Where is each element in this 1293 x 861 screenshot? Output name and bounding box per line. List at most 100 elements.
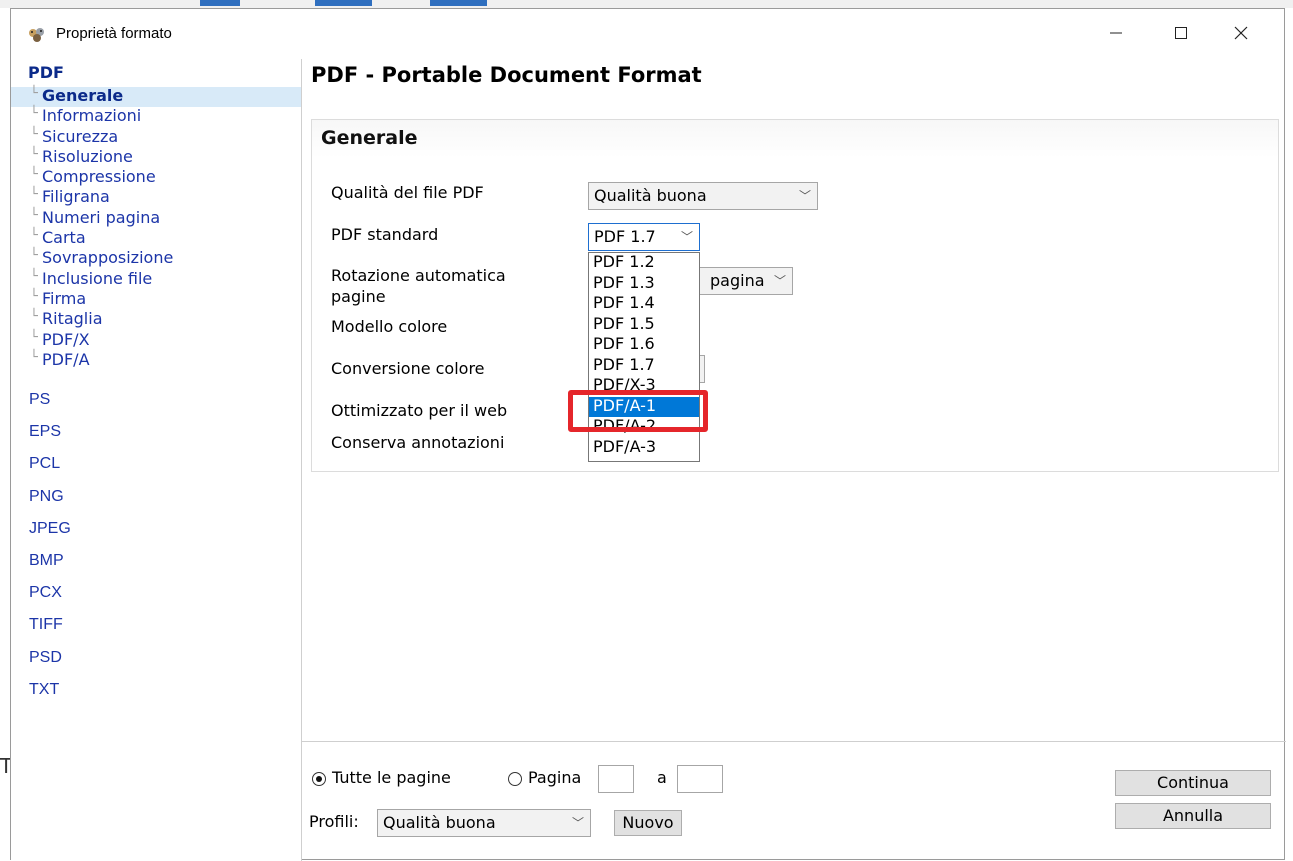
sidebar-item-label: Numeri pagina [42, 207, 161, 227]
sidebar-format-jpeg[interactable]: JPEG [11, 513, 301, 545]
sidebar-item-label: Sicurezza [42, 126, 119, 146]
highlight-annotation-box [568, 390, 708, 432]
sidebar-item-firma[interactable]: └ Firma [11, 288, 301, 310]
auto-rotation-label: Rotazione automatica pagine [331, 266, 506, 306]
page-to-input[interactable] [677, 765, 723, 793]
close-icon [1234, 26, 1248, 40]
tree-branch-icon: └ [30, 228, 38, 244]
tree-branch-icon: └ [30, 329, 38, 345]
format-sidebar: PDF └ Generale └ Informazioni └ Sicurezza └… [11, 59, 301, 861]
tree-branch-icon: └ [30, 248, 38, 264]
sidebar-item-inclusione-file[interactable]: └ Inclusione file [11, 268, 301, 290]
sidebar-format-tiff[interactable]: TIFF [11, 609, 301, 641]
tree-branch-icon: └ [30, 309, 38, 325]
panel-title: Generale [321, 127, 418, 149]
sidebar-format-txt[interactable]: TXT [11, 674, 301, 706]
sidebar-item-label: Risoluzione [42, 146, 133, 166]
option-pdf-1-3[interactable]: PDF 1.3 [589, 273, 699, 295]
color-model-label: Modello colore [331, 317, 448, 336]
chevron-down-icon: ﹀ [680, 230, 693, 244]
page-range-radio[interactable] [508, 772, 522, 786]
quality-label: Qualità del file PDF [331, 183, 484, 202]
web-optimized-label: Ottimizzato per il web [331, 401, 508, 420]
sidebar-item-risoluzione[interactable]: └ Risoluzione [11, 146, 301, 168]
minimize-button[interactable] [1093, 15, 1139, 51]
sidebar-item-sicurezza[interactable]: └ Sicurezza [11, 126, 301, 148]
sidebar-item-label: Compressione [42, 167, 156, 187]
tree-branch-icon: └ [30, 288, 38, 304]
pdf-subsection-list: └ Generale └ Informazioni └ Sicurezza └ Riso… [11, 86, 301, 371]
sidebar-item-generale[interactable]: └ Generale [11, 86, 301, 108]
quality-select-value: Qualità buona [594, 186, 707, 205]
sidebar-format-psd[interactable]: PSD [11, 642, 301, 674]
continue-button[interactable]: Continua [1115, 770, 1271, 796]
close-button[interactable] [1218, 15, 1264, 51]
option-pdf-1-7[interactable]: PDF 1.7 [589, 355, 699, 377]
cancel-button[interactable]: Annulla [1115, 803, 1271, 829]
tree-branch-icon: └ [30, 106, 38, 122]
sidebar-item-informazioni[interactable]: └ Informazioni [11, 106, 301, 127]
panel-header: Generale [312, 120, 1278, 158]
sidebar-item-label: Informazioni [42, 106, 142, 126]
option-pdf-1-6[interactable]: PDF 1.6 [589, 335, 699, 356]
profiles-label: Profili: [309, 812, 359, 831]
sidebar-item-label: Firma [42, 288, 87, 308]
sidebar-item-label: Filigrana [42, 187, 110, 207]
pdf-standard-select[interactable]: PDF 1.7 ﹀ [588, 223, 700, 251]
sidebar-item-ritaglia[interactable]: └ Ritaglia [11, 309, 301, 330]
background-window-edge: T [0, 740, 12, 860]
window-title: Proprietà formato [56, 25, 172, 42]
tree-branch-icon: └ [30, 167, 38, 183]
pdf-standard-label: PDF standard [331, 225, 439, 244]
page-range-label: Pagina [528, 768, 582, 787]
sidebar-format-png[interactable]: PNG [11, 481, 301, 513]
sidebar-item-label: PDF/A [42, 349, 90, 369]
color-conversion-label: Conversione colore [331, 359, 485, 378]
bottom-divider [301, 741, 1286, 742]
sidebar-item-label: PDF/X [42, 329, 90, 349]
tree-branch-icon: └ [30, 268, 38, 284]
background-tab-2 [315, 0, 372, 6]
all-pages-radio[interactable] [312, 772, 326, 786]
sidebar-item-pdf-x[interactable]: └ PDF/X [11, 329, 301, 351]
sidebar-item-pdf-a[interactable]: └ PDF/A [11, 349, 301, 371]
option-pdf-1-5[interactable]: PDF 1.5 [589, 314, 699, 336]
sidebar-format-pcx[interactable]: PCX [11, 577, 301, 609]
sidebar-item-label: Carta [42, 228, 86, 248]
profiles-select[interactable]: Qualità buona ﹀ [377, 809, 591, 837]
option-pdf-a-3[interactable]: PDF/A-3 [589, 437, 699, 459]
option-pdf-1-2[interactable]: PDF 1.2 [589, 253, 699, 274]
sidebar-format-bmp[interactable]: BMP [11, 545, 301, 577]
profiles-select-value: Qualità buona [383, 813, 496, 832]
sidebar-item-filigrana[interactable]: └ Filigrana [11, 187, 301, 208]
tree-branch-icon: └ [30, 126, 38, 142]
maximize-icon [1175, 27, 1187, 39]
sidebar-group-pdf[interactable]: PDF [28, 63, 64, 82]
option-pdf-1-4[interactable]: PDF 1.4 [589, 294, 699, 315]
chevron-down-icon: ﹀ [773, 274, 786, 288]
format-properties-dialog: Proprietà formato PDF └ Generale └ Informa… [10, 8, 1286, 861]
new-profile-button[interactable]: Nuovo [614, 810, 682, 836]
chevron-down-icon: ﹀ [798, 189, 811, 203]
app-icon [29, 28, 44, 42]
sidebar-format-eps[interactable]: EPS [11, 416, 301, 448]
background-tab-3 [430, 0, 487, 6]
sidebar-item-compressione[interactable]: └ Compressione [11, 167, 301, 188]
sidebar-item-label: Inclusione file [42, 268, 153, 288]
pdf-standard-select-value: PDF 1.7 [594, 227, 656, 246]
sidebar-item-numeri-pagina[interactable]: └ Numeri pagina [11, 207, 301, 229]
page-from-input[interactable] [598, 765, 634, 793]
sidebar-item-carta[interactable]: └ Carta [11, 228, 301, 249]
sidebar-item-sovrapposizione[interactable]: └ Sovrapposizione [11, 248, 301, 269]
tree-branch-icon: └ [30, 207, 38, 223]
page-title: PDF - Portable Document Format [311, 63, 702, 87]
tree-branch-icon: └ [30, 349, 38, 365]
sidebar-format-ps[interactable]: PS [11, 384, 301, 416]
format-list: PS EPS PCL PNG JPEG BMP PCX TIFF PSD TXT [11, 384, 301, 706]
quality-select[interactable]: Qualità buona ﹀ [588, 182, 818, 210]
tree-branch-icon: └ [30, 146, 38, 162]
sidebar-format-pcl[interactable]: PCL [11, 448, 301, 480]
minimize-icon [1110, 32, 1122, 34]
keep-annotations-label: Conserva annotazioni [331, 433, 505, 452]
maximize-button[interactable] [1158, 15, 1204, 51]
